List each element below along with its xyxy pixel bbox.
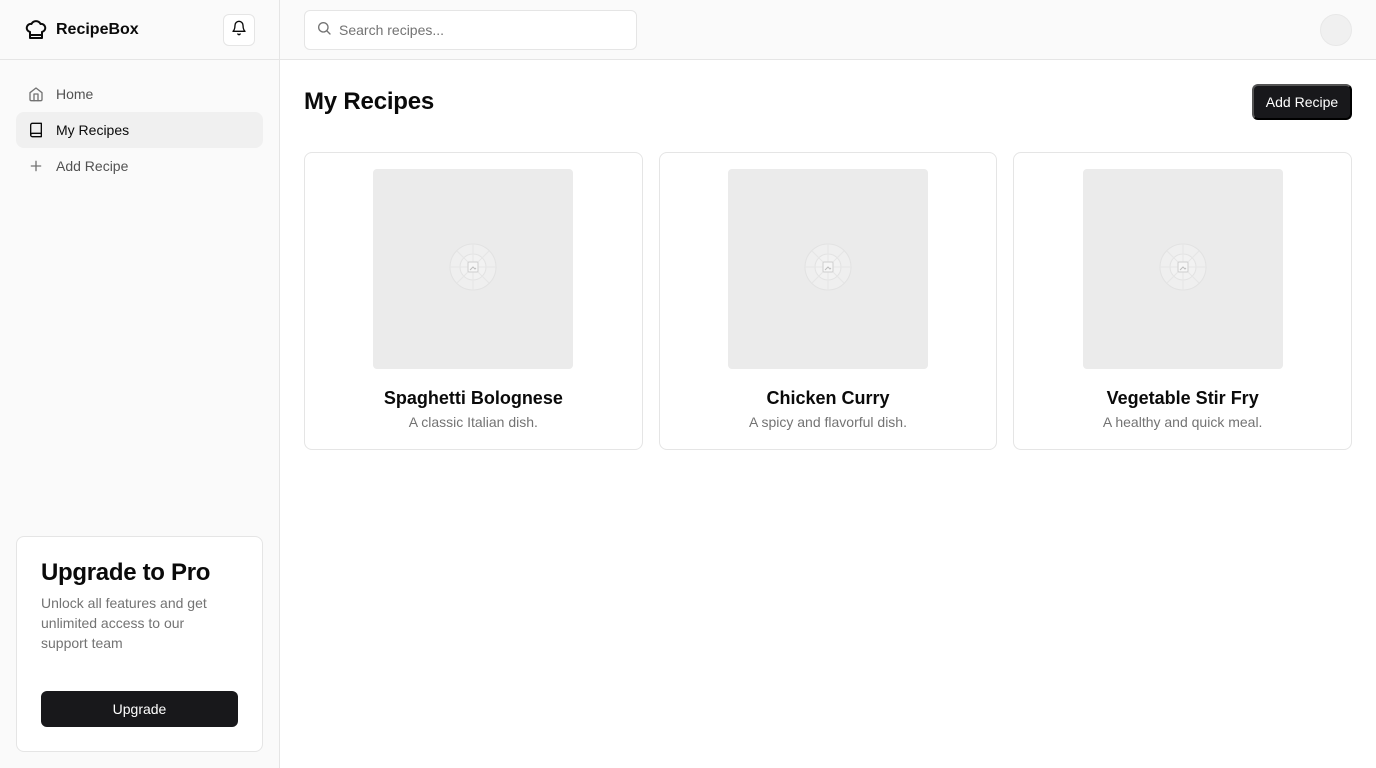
recipe-title: Vegetable Stir Fry [1106, 388, 1259, 408]
recipe-grid: Spaghetti Bolognese A classic Italian di… [304, 152, 1353, 450]
recipe-image-placeholder [373, 169, 574, 369]
sidebar-item-label: Home [56, 86, 94, 102]
recipe-card[interactable]: Vegetable Stir Fry A healthy and quick m… [1013, 152, 1353, 450]
home-icon [28, 86, 44, 102]
sidebar-item-home[interactable]: Home [16, 76, 263, 112]
top-bar [280, 0, 1376, 60]
search-input[interactable] [339, 22, 629, 38]
avatar[interactable] [1320, 14, 1352, 46]
recipe-description: A classic Italian dish. [408, 414, 538, 430]
recipe-description: A spicy and flavorful dish. [749, 414, 907, 430]
sidebar: RecipeBox Home My Recipes Add Recipe Upg… [0, 0, 280, 768]
image-placeholder-icon [804, 243, 852, 296]
recipe-description: A healthy and quick meal. [1102, 414, 1263, 430]
recipe-image-placeholder [728, 169, 928, 369]
sidebar-item-label: Add Recipe [56, 158, 129, 174]
upgrade-button[interactable]: Upgrade [41, 691, 238, 727]
page-title: My Recipes [304, 88, 435, 115]
sidebar-nav: Home My Recipes Add Recipe [0, 60, 279, 184]
recipe-title: Spaghetti Bolognese [383, 388, 563, 408]
image-placeholder-icon [1159, 243, 1207, 296]
recipe-image-placeholder [1082, 169, 1283, 369]
plus-icon [28, 158, 44, 174]
sidebar-item-add-recipe[interactable]: Add Recipe [16, 148, 263, 184]
image-placeholder-icon [449, 243, 497, 296]
add-recipe-button[interactable]: Add Recipe [1252, 84, 1352, 120]
search-box[interactable] [304, 10, 637, 50]
search-icon [316, 20, 332, 41]
chef-hat-icon [24, 18, 48, 42]
upgrade-card: Upgrade to Pro Unlock all features and g… [16, 536, 263, 752]
recipe-card[interactable]: Spaghetti Bolognese A classic Italian di… [304, 152, 643, 450]
book-icon [28, 122, 44, 138]
upgrade-description: Unlock all features and get unlimited ac… [41, 595, 207, 651]
bell-icon [231, 20, 247, 41]
upgrade-title: Upgrade to Pro [41, 559, 211, 586]
notifications-button[interactable] [223, 14, 255, 46]
recipe-card[interactable]: Chicken Curry A spicy and flavorful dish… [658, 152, 998, 450]
recipe-title: Chicken Curry [766, 388, 890, 408]
sidebar-item-label: My Recipes [56, 122, 130, 138]
brand-bar: RecipeBox [0, 0, 279, 60]
app-name: RecipeBox [56, 20, 139, 38]
sidebar-item-my-recipes[interactable]: My Recipes [16, 112, 263, 148]
